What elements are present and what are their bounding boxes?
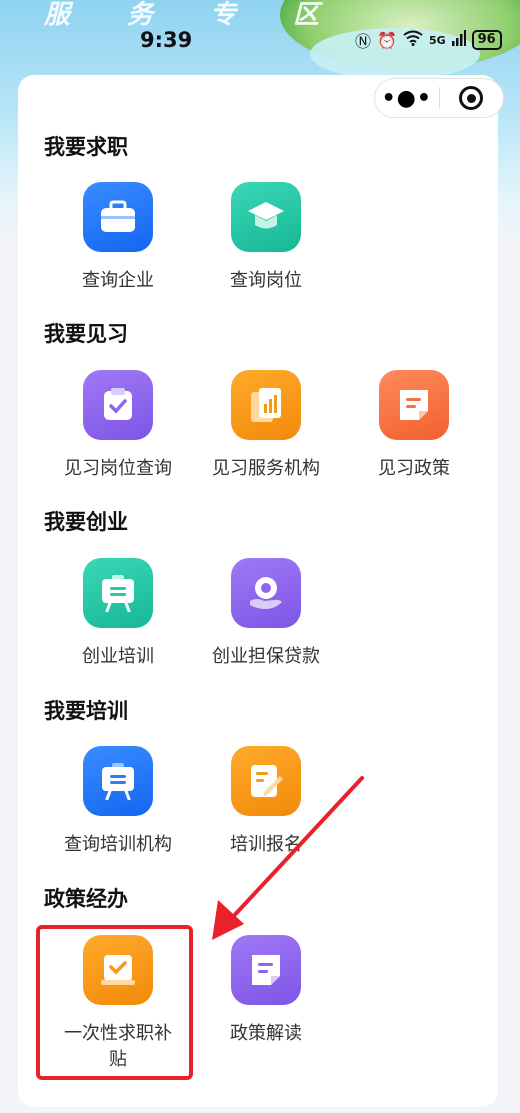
annotation-arrow	[212, 776, 364, 940]
